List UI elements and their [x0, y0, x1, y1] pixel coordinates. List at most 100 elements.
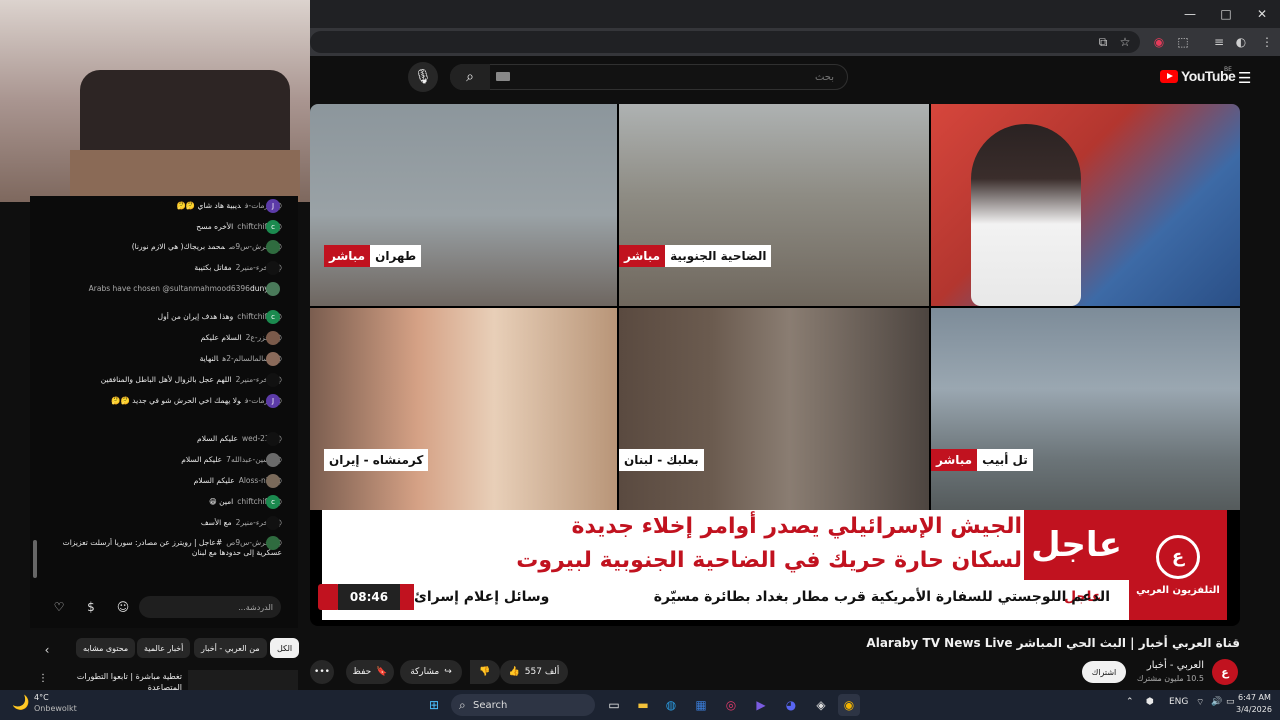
video-player[interactable]: طهران مباشر الضاحية الجنوبية مباشر كرمنش… [310, 104, 1240, 626]
subscribe-button[interactable]: اشتراك [1082, 661, 1126, 683]
tile-live-badge: مباشر [619, 245, 666, 267]
file-explorer-icon[interactable]: ▬ [632, 694, 654, 716]
extension-icon[interactable]: ◉ [1150, 33, 1168, 51]
more-vert-icon[interactable]: ⋮ [38, 673, 48, 684]
chip-all[interactable]: الكل [270, 638, 300, 658]
tile-label-telaviv: تل أبيب مباشر [931, 449, 1033, 471]
wifi-icon[interactable]: ⌔ [1196, 697, 1204, 708]
chat-avatar[interactable] [266, 352, 280, 366]
chat-avatar[interactable] [266, 373, 280, 387]
chat-avatar[interactable] [266, 453, 280, 467]
channel-name[interactable]: العربي - أخبار [1147, 660, 1204, 671]
emoji-icon[interactable]: ☺ [114, 598, 132, 616]
menu-icon[interactable]: ⋮ [1258, 33, 1276, 51]
chat-avatar[interactable] [266, 282, 280, 296]
cast-icon[interactable]: ⧉ [1094, 33, 1112, 51]
subscriber-count: 10.5 مليون مشترك [1136, 674, 1204, 683]
chat-avatar[interactable] [266, 331, 280, 345]
heart-icon[interactable]: ♡ [50, 598, 68, 616]
chevron-left-icon[interactable]: ‹ [38, 641, 56, 659]
keyboard-icon[interactable] [496, 72, 510, 81]
address-bar[interactable] [310, 31, 1140, 53]
chat-text: عليكم السلام [193, 476, 235, 485]
chat-message: Arabs have chosen @sultanmahmood6396duny… [30, 284, 282, 306]
chat-message: @الحرش-س9صمحمد بريجاك( هي الازم نورنا) [30, 242, 282, 251]
more-actions-button[interactable]: ••• [310, 660, 334, 684]
chat-text: ديبية هاد شاي 🤔🤔 [176, 201, 241, 210]
headline-line-2: لسكان حارة حريك في الضاحية الجنوبية لبير… [516, 548, 1022, 573]
chat-message: @الحرش-س9ص#عاجل | رويترز عن مصادر: سوريا… [42, 538, 282, 580]
chrome-icon[interactable]: ◉ [838, 694, 860, 716]
maximize-button[interactable]: □ [1208, 0, 1244, 28]
chat-avatar[interactable] [266, 261, 280, 275]
video-tile-studio [931, 104, 1240, 306]
weather-icon[interactable]: 🌙 [12, 695, 29, 711]
ticker-logo-icon [318, 584, 340, 610]
chat-avatar[interactable]: J [266, 199, 280, 213]
chat-avatar[interactable]: c [266, 495, 280, 509]
clock-date[interactable]: 3/4/2026 [1236, 705, 1272, 714]
windows-start-icon[interactable]: ⊞ [423, 694, 445, 716]
chat-avatar[interactable] [266, 474, 280, 488]
battery-icon[interactable]: ▭ [1226, 697, 1235, 707]
app-icon-purple[interactable]: ▶ [750, 694, 772, 716]
channel-avatar[interactable]: ع [1212, 659, 1238, 685]
chat-avatar[interactable]: c [266, 220, 280, 234]
chat-username[interactable]: Arabs have chosen @sultanmahmood6396 [89, 284, 250, 293]
search-input[interactable] [495, 66, 840, 88]
tile-label-baalbek: بعلبك - لبنان [619, 449, 704, 471]
share-label: مشاركة [410, 667, 440, 677]
close-button[interactable]: ✕ [1244, 0, 1280, 28]
media-icon[interactable]: ≡ [1210, 33, 1228, 51]
discord-icon[interactable]: ◕ [780, 694, 802, 716]
super-chat-icon[interactable]: $ [82, 598, 100, 616]
save-button[interactable]: حفظ 🔖 [346, 660, 394, 684]
app-icon-pink[interactable]: ◎ [720, 694, 742, 716]
chip-world-news[interactable]: أخبار عالمية [137, 638, 191, 658]
chat-scrollbar[interactable] [33, 540, 37, 578]
chat-text: مقاتل بكتيبة [194, 263, 232, 272]
tile-place: تل أبيب [977, 449, 1033, 471]
store-icon[interactable]: ▦ [690, 694, 712, 716]
chat-avatar[interactable] [266, 240, 280, 254]
taskbar-search[interactable]: Search [451, 694, 595, 716]
chat-avatar[interactable]: c [266, 310, 280, 324]
profile-icon[interactable]: ◐ [1232, 33, 1250, 51]
chip-from-channel[interactable]: من العربي - أخبار [194, 638, 267, 658]
minimize-button[interactable]: — [1172, 0, 1208, 28]
tray-app-icon[interactable]: ⬢ [1146, 697, 1154, 707]
tile-place: بعلبك - لبنان [619, 449, 704, 471]
tile-live-badge: مباشر [324, 245, 371, 267]
related-video-thumbnail[interactable] [188, 670, 298, 690]
chat-text: امين 😁 [208, 497, 234, 506]
app-icon-gray[interactable]: ◈ [810, 694, 832, 716]
ticker-text: الدعم اللوجستي للسفارة الأمريكية قرب مطا… [653, 589, 1110, 605]
chat-avatar[interactable]: J [266, 394, 280, 408]
volume-icon[interactable]: 🔊 [1211, 697, 1222, 707]
puzzle-icon[interactable]: ⬚ [1174, 33, 1192, 51]
chat-input[interactable]: الدردشة... [139, 596, 281, 618]
chat-text: الأخره مسح [196, 222, 234, 231]
language-indicator[interactable]: ENG [1169, 697, 1188, 707]
like-button[interactable]: 👍 557 ألف [500, 660, 568, 684]
clock-time[interactable]: 6:47 AM [1238, 693, 1271, 702]
chat-message: @السالمالسالم-2هالنهاية [30, 354, 282, 363]
mic-icon: 🎙 [414, 69, 432, 85]
search-button[interactable]: ⌕ [450, 64, 490, 90]
chat-avatar[interactable] [266, 536, 280, 550]
tray-chevron-icon[interactable]: ⌃ [1126, 697, 1134, 707]
chip-similar[interactable]: محتوى مشابه [76, 638, 136, 658]
edge-icon[interactable]: ◍ [660, 694, 682, 716]
chat-avatar[interactable] [266, 516, 280, 530]
hamburger-menu-icon[interactable]: ☰ [1238, 69, 1251, 87]
task-view-icon[interactable]: ▭ [603, 694, 625, 716]
star-icon[interactable]: ☆ [1116, 33, 1134, 51]
share-button[interactable]: مشاركة ↪ [400, 660, 462, 684]
tile-place: كرمنشاه - إيران [324, 449, 429, 471]
bookmark-icon: 🔖 [376, 667, 388, 677]
chat-message: @الاخرء-منير2اللهم عجل بالزوال لأهل البا… [30, 375, 282, 384]
voice-search-button[interactable]: 🎙 [408, 62, 438, 92]
chat-avatar[interactable] [266, 432, 280, 446]
dislike-button[interactable]: 👎 [470, 660, 500, 684]
chat-message: @مازمات-فديبية هاد شاي 🤔🤔 [30, 201, 282, 210]
